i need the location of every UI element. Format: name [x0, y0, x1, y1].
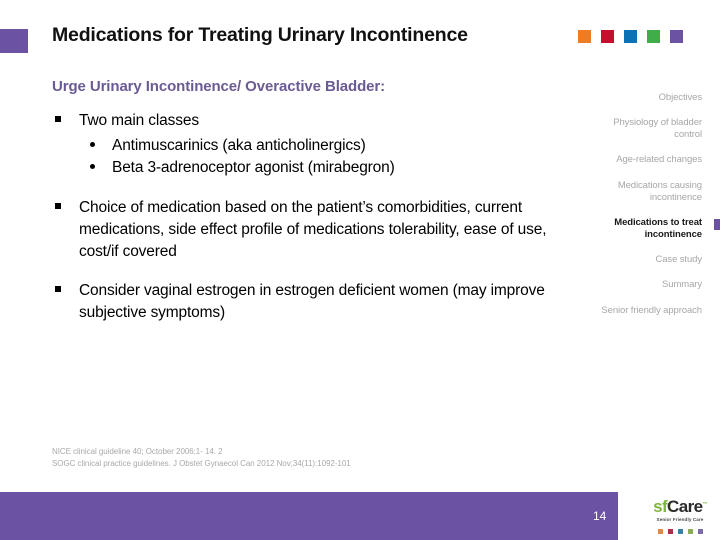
nav-item-objectives[interactable]: Objectives	[594, 92, 702, 104]
section-navigation: Objectives Physiology of bladder control A…	[594, 92, 720, 330]
logo-care-text: Care	[667, 497, 703, 516]
citation-line: NICE clinical guideline 40; October 2006…	[52, 447, 223, 456]
nav-item-label: Case study	[655, 254, 702, 266]
slide: Medications for Treating Urinary Inconti…	[0, 0, 720, 540]
header-square-blue	[624, 30, 637, 43]
sub-bullet-text: Antimuscarinics (aka anticholinergics)	[112, 137, 366, 154]
logo-color-dots	[648, 529, 712, 534]
bullet-group: Choice of medication based on the patien…	[52, 197, 580, 263]
square-bullet-icon	[55, 202, 61, 209]
dot-bullet-icon	[90, 164, 95, 170]
header-square-orange	[578, 30, 591, 43]
header-square-green	[647, 30, 660, 43]
logo-trademark: ™	[702, 501, 707, 508]
nav-item-medications-to-treat-incontinence[interactable]: Medications to treat incontinence	[594, 216, 720, 241]
header-accent-square	[0, 29, 28, 53]
bullet-text: Choice of medication based on the patien…	[79, 198, 547, 260]
logo-tagline: Senior Friendly Care	[656, 517, 704, 522]
square-bullet-icon	[55, 116, 61, 122]
sub-bullet-list: Antimuscarinics (aka anticholinergics) Be…	[52, 135, 580, 180]
nav-item-medications-causing-incontinence[interactable]: Medications causing incontinence	[594, 180, 702, 204]
nav-item-label: Objectives	[658, 92, 702, 103]
citation-line: SOGC clinical practice guidelines. J Obs…	[52, 459, 351, 469]
header-square-purple	[670, 30, 683, 43]
bullet-group: Consider vaginal estrogen in estrogen de…	[52, 280, 580, 324]
logo-sf-text: sf	[653, 497, 668, 516]
logo-wordmark: sfCare™	[648, 498, 712, 515]
dot-bullet-icon	[90, 142, 95, 147]
logo-dot-orange	[657, 529, 663, 534]
footer-bar	[0, 492, 618, 540]
logo-dot-purple	[697, 529, 703, 534]
nav-item-label: Senior friendly approach	[601, 304, 702, 316]
active-section-marker	[714, 218, 720, 230]
logo-dot-blue	[677, 529, 683, 534]
nav-item-physiology-of-bladder-control[interactable]: Physiology of bladder control	[594, 117, 702, 141]
nav-item-label: Summary	[662, 279, 702, 291]
citation-block: NICE clinical guideline 40; October 2006…	[52, 446, 532, 471]
nav-item-senior-friendly-approach[interactable]: Senior friendly approach	[594, 305, 702, 317]
section-subtitle: Urge Urinary Incontinence/ Overactive Bl…	[52, 78, 386, 95]
nav-item-label: Physiology of bladder control	[613, 117, 702, 141]
bullet-item: Choice of medication based on the patien…	[52, 197, 580, 263]
nav-item-age-related-changes[interactable]: Age-related changes	[594, 154, 702, 166]
sfcare-logo: sfCare™ Senior Friendly Care	[648, 498, 712, 534]
header-square-crimson	[601, 30, 614, 43]
logo-dot-crimson	[667, 529, 673, 534]
bullet-item: Consider vaginal estrogen in estrogen de…	[52, 280, 580, 324]
page-number: 14	[593, 509, 607, 523]
header-color-squares	[578, 30, 683, 43]
sub-bullet-item: Beta 3-adrenoceptor agonist (mirabegron)	[52, 157, 580, 179]
nav-item-label: Age-related changes	[616, 154, 702, 166]
content-body: Two main classes Antimuscarinics (aka ant…	[52, 110, 580, 341]
nav-item-label: Medications causing incontinence	[617, 179, 702, 203]
square-bullet-icon	[55, 285, 61, 292]
bullet-group: Two main classes Antimuscarinics (aka ant…	[52, 110, 580, 180]
logo-dot-green	[687, 529, 693, 534]
nav-item-case-study[interactable]: Case study	[594, 254, 702, 266]
page-title: Medications for Treating Urinary Inconti…	[52, 24, 468, 46]
bullet-item: Two main classes	[52, 110, 580, 132]
bullet-text: Consider vaginal estrogen in estrogen de…	[79, 281, 545, 321]
nav-item-label: Medications to treat incontinence	[614, 216, 702, 241]
bullet-text: Two main classes	[79, 112, 199, 129]
sub-bullet-item: Antimuscarinics (aka anticholinergics)	[52, 135, 580, 157]
nav-item-summary[interactable]: Summary	[594, 279, 702, 291]
sub-bullet-text: Beta 3-adrenoceptor agonist (mirabegron)	[112, 159, 395, 177]
